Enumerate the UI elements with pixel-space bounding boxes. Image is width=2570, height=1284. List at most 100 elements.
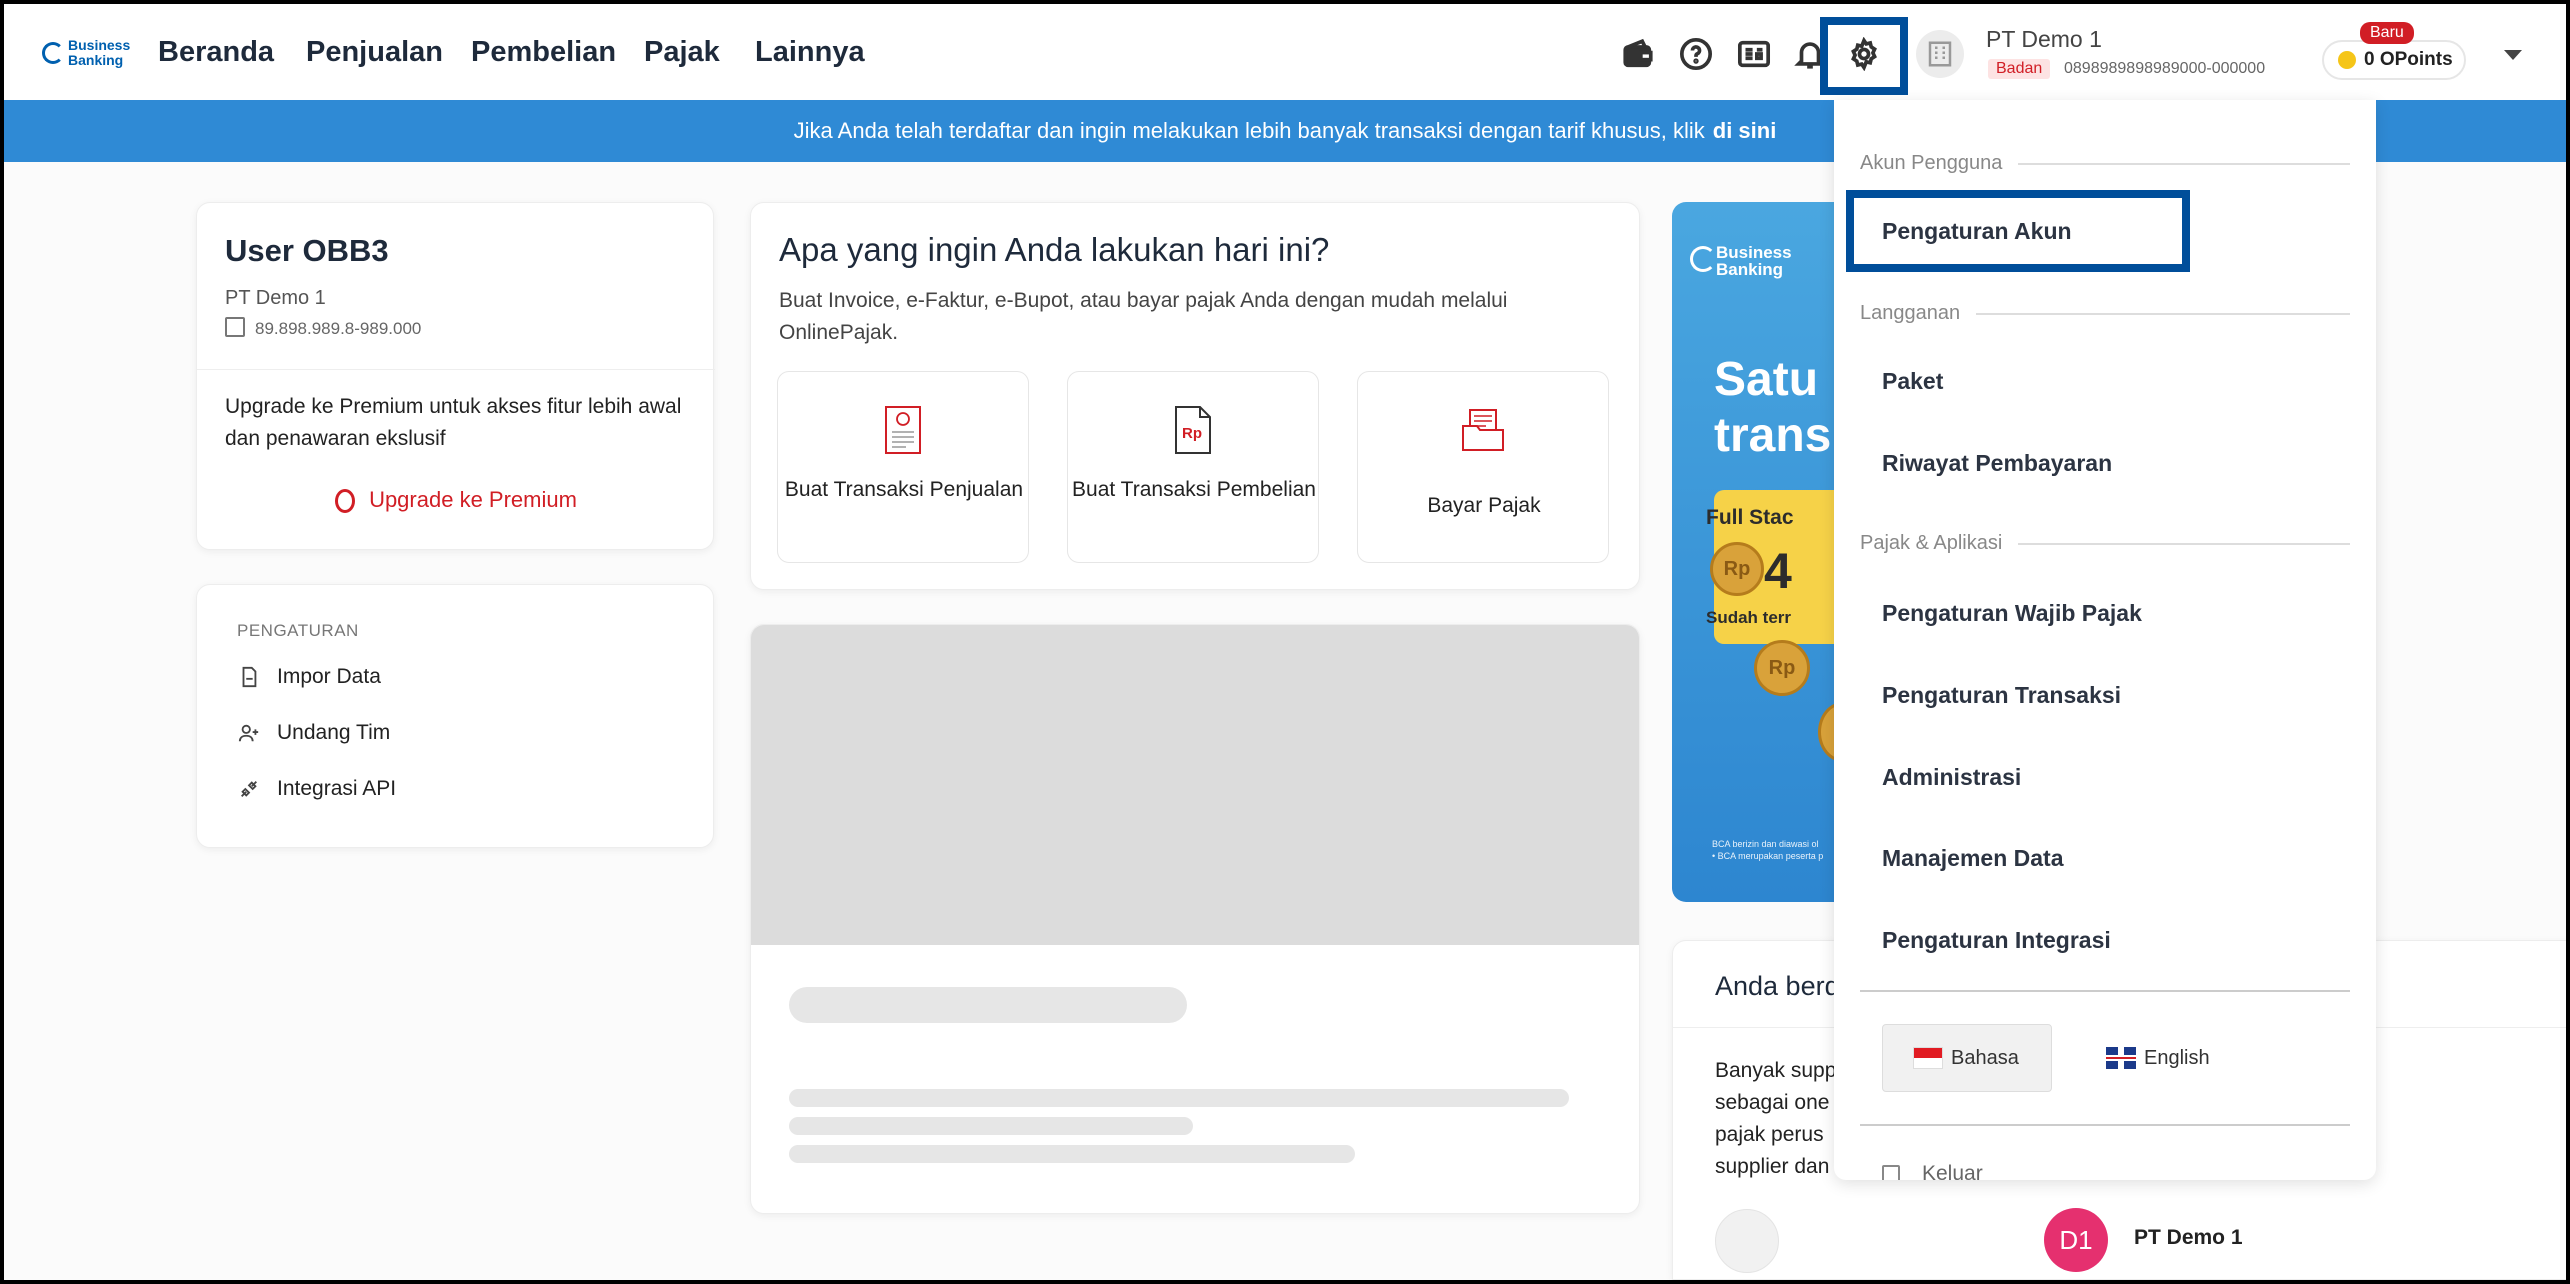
tile-label: Buat Transaksi Pembelian: [1072, 478, 1316, 501]
settings-card: PENGATURAN Impor Data Undang Tim Integra…: [196, 584, 714, 848]
upgrade-description: Upgrade ke Premium untuk akses fitur leb…: [225, 395, 682, 450]
skeleton-line: [789, 1145, 1355, 1163]
user-company: PT Demo 1: [225, 287, 326, 309]
premium-medal-icon: [335, 489, 356, 514]
api-plug-icon: [237, 777, 261, 801]
app-window: Business Banking Beranda Penjualan Pembe…: [4, 4, 2566, 1280]
points-label: 0 OPoints: [2364, 49, 2453, 70]
logout-icon: [1882, 1165, 1900, 1180]
skeleton-title-bar: [789, 987, 1187, 1023]
company-type-badge: Badan: [1988, 59, 2051, 79]
nav-beranda[interactable]: Beranda: [158, 36, 274, 69]
menu-pengaturan-integrasi[interactable]: Pengaturan Integrasi: [1882, 927, 2111, 954]
company-building-icon[interactable]: [1916, 30, 1964, 78]
chevron-down-icon[interactable]: [2504, 50, 2522, 60]
promo-title: Satu trans: [1714, 353, 1832, 462]
divider: [1860, 990, 2350, 992]
invite-team-icon: [237, 721, 261, 745]
language-english-button[interactable]: English: [2106, 1024, 2276, 1092]
menu-manajemen-data[interactable]: Manajemen Data: [1882, 845, 2064, 872]
tile-label: Buat Transaksi Penjualan: [784, 478, 1024, 501]
nav-penjualan[interactable]: Penjualan: [306, 36, 443, 69]
promo-box-footer: Sudah terr: [1706, 608, 1792, 627]
nav-pembelian[interactable]: Pembelian: [471, 36, 616, 69]
sales-receipt-icon: [885, 406, 921, 454]
section-subscription: Langganan: [1860, 302, 2350, 325]
points-pill[interactable]: 0 OPoints: [2322, 40, 2466, 80]
menu-paket[interactable]: Paket: [1882, 368, 1943, 395]
wallet-icon[interactable]: [1618, 34, 1658, 74]
menu-administrasi[interactable]: Administrasi: [1882, 764, 2021, 791]
logo-ring-icon: [1690, 246, 1716, 272]
menu-riwayat-pembayaran[interactable]: Riwayat Pembayaran: [1882, 450, 2112, 477]
upgrade-premium-label: Upgrade ke Premium: [369, 487, 577, 512]
language-bahasa-button[interactable]: Bahasa: [1882, 1024, 2052, 1092]
user-npwp: 89.898.989.8-989.000: [255, 319, 422, 338]
tile-sales-transaction[interactable]: Buat Transaksi Penjualan: [777, 371, 1029, 563]
tax-folder-icon: [1462, 409, 1504, 451]
building-icon: [225, 317, 245, 337]
import-file-icon: [237, 665, 261, 689]
logo-ring-icon: [42, 42, 64, 64]
promo-fine-print: BCA berizin dan diawasi ol • BCA merupak…: [1712, 839, 1824, 861]
user-name: User OBB3: [225, 233, 389, 268]
tile-purchase-transaction[interactable]: Rp Buat Transaksi Pembelian: [1067, 371, 1319, 563]
logout-label: Keluar: [1922, 1162, 1983, 1180]
new-badge: Baru: [2360, 22, 2414, 44]
business-banking-logo[interactable]: Business Banking: [42, 36, 142, 72]
promo-box-number: 4: [1764, 543, 1792, 599]
skeleton-line: [789, 1089, 1569, 1107]
skeleton-image: [751, 625, 1639, 945]
settings-item-undang-tim[interactable]: Undang Tim: [237, 721, 390, 745]
svg-text:Rp: Rp: [1182, 425, 1202, 442]
menu-pengaturan-transaksi[interactable]: Pengaturan Transaksi: [1882, 682, 2121, 709]
quick-actions-title: Apa yang ingin Anda lakukan hari ini?: [779, 231, 1330, 268]
loading-skeleton-card: [750, 624, 1640, 1214]
banner-text: Jika Anda telah terdaftar dan ingin mela…: [793, 118, 1705, 143]
uk-flag-icon: [2106, 1047, 2136, 1069]
settings-item-label: Undang Tim: [277, 721, 391, 744]
indonesia-flag-icon: [1913, 1047, 1943, 1069]
tile-pay-tax[interactable]: Bayar Pajak: [1357, 371, 1609, 563]
language-label: Bahasa: [1951, 1046, 2019, 1069]
promo-banner[interactable]: Business Banking Satu trans Full Stac Rp…: [1672, 202, 1852, 902]
upgrade-premium-button[interactable]: Upgrade ke Premium: [197, 487, 715, 514]
nav-pajak[interactable]: Pajak: [644, 36, 720, 69]
menu-pengaturan-akun[interactable]: Pengaturan Akun: [1882, 218, 2072, 245]
coin-icon: [2338, 51, 2356, 69]
company-npwp: 0898989898989000-000000: [2064, 60, 2266, 77]
avatar[interactable]: D1: [2044, 1208, 2108, 1272]
menu-pengaturan-wajib-pajak[interactable]: Pengaturan Wajib Pajak: [1882, 600, 2142, 627]
rp-coin-icon: Rp: [1710, 542, 1764, 596]
quick-actions-card: Apa yang ingin Anda lakukan hari ini? Bu…: [750, 202, 1640, 590]
settings-title: PENGATURAN: [237, 621, 359, 640]
settings-item-label: Impor Data: [277, 665, 381, 688]
settings-item-impor-data[interactable]: Impor Data: [237, 665, 381, 689]
settings-dropdown-menu: Akun Pengguna Pengaturan Akun Langganan …: [1834, 100, 2376, 1180]
placeholder-avatar: [1715, 1209, 1779, 1273]
language-label: English: [2144, 1046, 2210, 1069]
purchase-rp-icon: Rp: [1175, 406, 1211, 454]
user-profile-card: User OBB3 PT Demo 1 89.898.989.8-989.000…: [196, 202, 715, 550]
tax-document-icon[interactable]: [1734, 34, 1774, 74]
tile-label: Bayar Pajak: [1427, 494, 1541, 517]
quick-actions-subtitle: Buat Invoice, e-Faktur, e-Bupot, atau ba…: [779, 289, 1508, 344]
help-icon[interactable]: [1676, 34, 1716, 74]
settings-item-label: Integrasi API: [277, 777, 397, 800]
promo-logo: Business Banking: [1690, 244, 1792, 278]
banner-link[interactable]: di sini: [1713, 118, 1777, 144]
menu-keluar[interactable]: Keluar: [1882, 1162, 1983, 1180]
supplier-card-text: Banyak supp sebagai one pajak perus supp…: [1715, 1059, 1837, 1178]
promo-box-heading: Full Stac: [1706, 506, 1794, 529]
company-name[interactable]: PT Demo 1: [1986, 26, 2102, 53]
section-tax-apps: Pajak & Aplikasi: [1860, 532, 2350, 555]
divider: [197, 369, 715, 370]
supplier-card-title: Anda berd: [1715, 971, 1840, 1001]
section-user-account: Akun Pengguna: [1860, 152, 2350, 175]
settings-item-integrasi-api[interactable]: Integrasi API: [237, 777, 396, 801]
divider: [1860, 1124, 2350, 1126]
logo-text: Business Banking: [68, 37, 131, 68]
nav-lainnya[interactable]: Lainnya: [755, 36, 865, 69]
settings-highlight-box: [1820, 17, 1908, 95]
avatar-company-name[interactable]: PT Demo 1: [2134, 1226, 2243, 1250]
